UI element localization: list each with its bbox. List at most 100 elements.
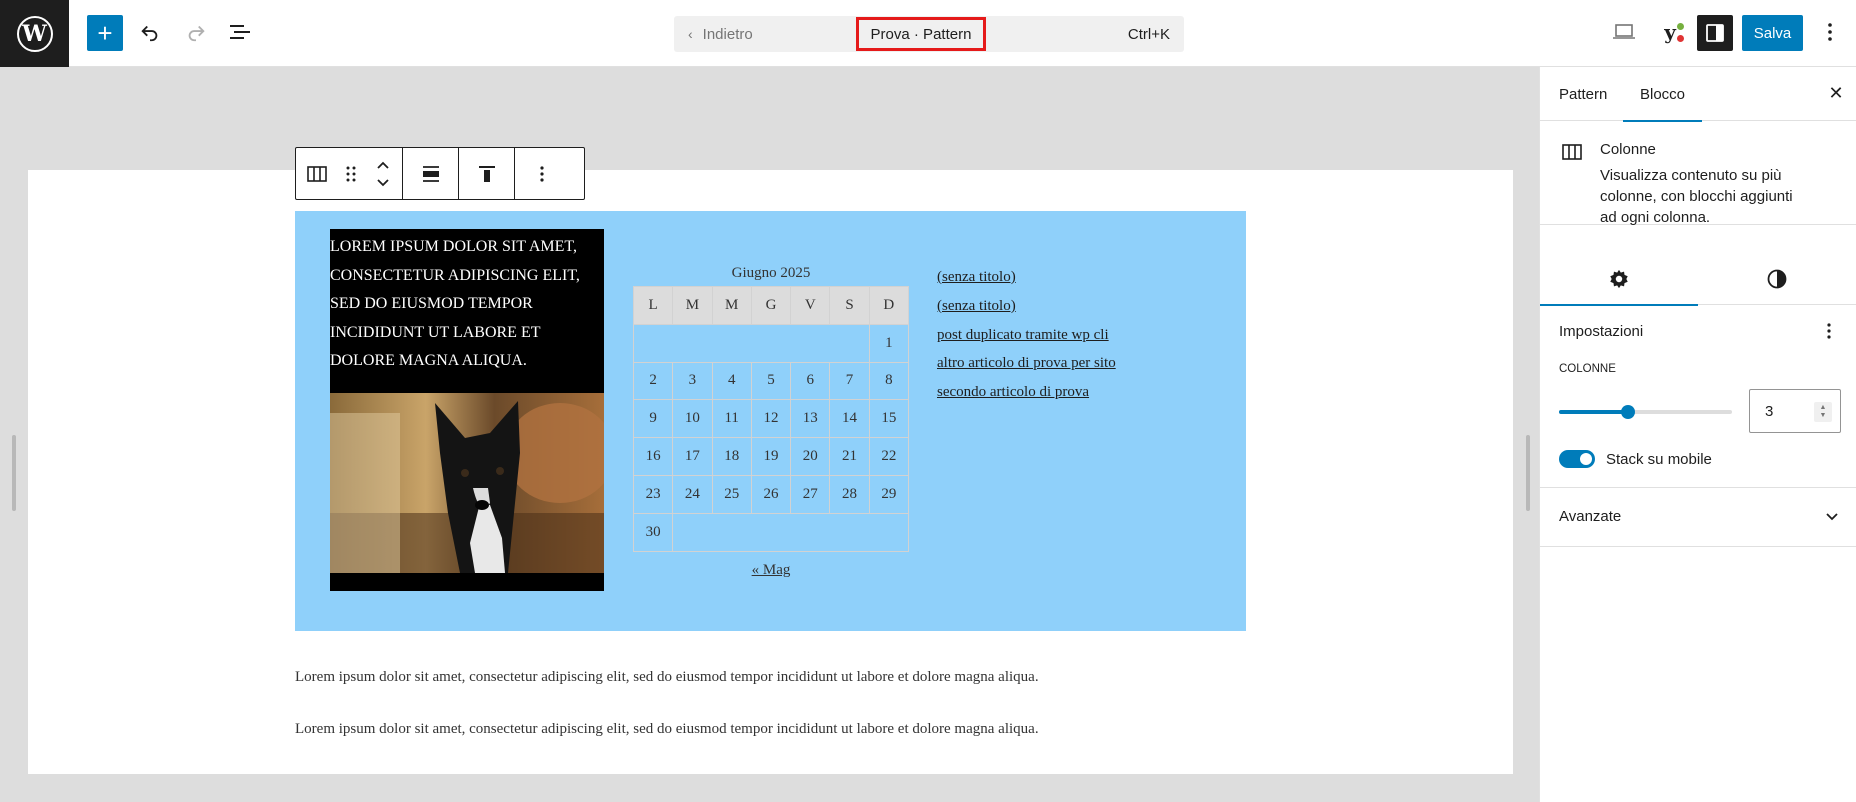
- calendar-week-row: 23 24 25 26 27 28 29: [632, 474, 910, 514]
- wordpress-logo-icon: W: [16, 15, 53, 52]
- post-link[interactable]: (senza titolo): [937, 263, 1116, 292]
- drag-handle-icon: [346, 166, 356, 181]
- weekday-header: G: [750, 286, 792, 325]
- block-toolbar-group-main: [296, 148, 403, 199]
- contrast-icon: [1767, 269, 1787, 289]
- calendar-widget: Giugno 2025 L M M G V S D 1 2 3 4 5 6 7 …: [632, 262, 910, 579]
- block-card: Colonne Visualizza contenuto su più colo…: [1540, 121, 1856, 226]
- column-cover[interactable]: LOREM IPSUM DOLOR SIT AMET, CONSECTETUR …: [330, 229, 604, 591]
- advanced-panel[interactable]: Avanzate: [1540, 487, 1856, 547]
- more-vertical-icon: [1827, 323, 1831, 339]
- calendar-day: 25: [711, 474, 752, 514]
- options-menu-button[interactable]: [1812, 14, 1848, 50]
- weekday-header: M: [711, 286, 752, 325]
- list-view-icon: [230, 25, 250, 39]
- vertical-align-button[interactable]: [459, 148, 514, 199]
- align-button[interactable]: [403, 148, 458, 199]
- save-button[interactable]: Salva: [1742, 15, 1803, 51]
- calendar-day: 26: [750, 474, 792, 514]
- weekday-header: V: [790, 286, 831, 325]
- drag-handle[interactable]: [338, 148, 364, 199]
- post-link[interactable]: post duplicato tramite wp cli: [937, 321, 1116, 350]
- redo-button[interactable]: [178, 14, 214, 50]
- calendar-day-empty: [633, 323, 870, 363]
- columns-number-input[interactable]: 3 ▲ ▼: [1749, 389, 1841, 433]
- stack-on-mobile-label: Stack su mobile: [1606, 451, 1712, 468]
- document-title[interactable]: Prova · Pattern: [856, 17, 986, 51]
- block-type-button[interactable]: [296, 148, 338, 199]
- paragraph-block[interactable]: Lorem ipsum dolor sit amet, consectetur …: [295, 721, 1039, 738]
- block-options-button[interactable]: [515, 148, 569, 199]
- calendar-day: 15: [868, 399, 910, 439]
- command-bar[interactable]: ‹ Indietro Prova · Pattern Ctrl+K: [674, 16, 1184, 52]
- block-card-description: Visualizza contenuto su più colonne, con…: [1600, 167, 1793, 226]
- latest-posts-list: (senza titolo) (senza titolo) post dupli…: [937, 263, 1116, 407]
- tab-settings[interactable]: [1540, 253, 1698, 306]
- close-sidebar-button[interactable]: ✕: [1826, 83, 1846, 103]
- inspector-tabs: [1540, 253, 1856, 306]
- settings-panel-heading: Impostazioni: [1559, 323, 1644, 340]
- calendar-week-row: 30: [632, 512, 909, 552]
- yoast-seo-button[interactable]: y: [1652, 14, 1688, 50]
- calendar-table: L M M G V S D 1 2 3 4 5 6 7 8 9 10 11 12…: [632, 286, 910, 552]
- columns-range-slider[interactable]: [1559, 405, 1732, 419]
- advanced-panel-label: Avanzate: [1559, 508, 1622, 525]
- paragraph-block[interactable]: Lorem ipsum dolor sit amet, consectetur …: [295, 669, 1039, 686]
- calendar-day: 21: [829, 437, 870, 476]
- command-shortcut: Ctrl+K: [1127, 25, 1170, 43]
- wordpress-logo-button[interactable]: W: [0, 0, 69, 67]
- chevron-down-icon[interactable]: [376, 178, 390, 188]
- post-link[interactable]: altro articolo di prova per sito: [937, 349, 1116, 378]
- calendar-day: 12: [750, 399, 792, 439]
- add-block-button[interactable]: +: [87, 15, 123, 51]
- more-vertical-icon: [1828, 23, 1832, 41]
- resize-handle-left[interactable]: [12, 435, 16, 511]
- chevron-left-icon: ‹: [688, 26, 693, 42]
- editor-top-bar: W + ‹ Indietro Prova · Pattern Ctrl+K y …: [0, 0, 1856, 67]
- settings-panel-menu-button[interactable]: [1826, 322, 1832, 345]
- gear-icon: [1610, 269, 1628, 289]
- calendar-day: 5: [750, 361, 792, 401]
- calendar-week-row: 2 3 4 5 6 7 8: [632, 361, 910, 401]
- document-overview-button[interactable]: [222, 14, 258, 50]
- device-preview-button[interactable]: [1606, 14, 1642, 50]
- tab-pattern[interactable]: Pattern: [1559, 67, 1607, 121]
- calendar-day: 10: [672, 399, 713, 439]
- chevron-down-icon[interactable]: ▼: [1820, 412, 1827, 420]
- move-up-down-buttons[interactable]: [364, 148, 402, 199]
- back-link[interactable]: ‹ Indietro: [688, 16, 753, 52]
- settings-sidebar-button[interactable]: [1697, 15, 1733, 51]
- more-vertical-icon: [540, 165, 544, 182]
- calendar-week-row: 9 10 11 12 13 14 15: [632, 399, 910, 439]
- tab-styles[interactable]: [1698, 253, 1856, 305]
- columns-range-thumb[interactable]: [1621, 405, 1636, 419]
- calendar-day: 28: [829, 474, 870, 514]
- sidebar-toggle-icon: [1706, 24, 1724, 42]
- calendar-day: 4: [711, 361, 752, 401]
- post-link[interactable]: secondo articolo di prova: [937, 378, 1116, 407]
- stack-on-mobile-toggle[interactable]: [1559, 450, 1595, 468]
- calendar-day: 9: [632, 399, 674, 439]
- calendar-day: 13: [790, 399, 831, 439]
- chevron-up-icon[interactable]: [376, 160, 390, 170]
- resize-handle-right[interactable]: [1526, 435, 1530, 511]
- calendar-day: 29: [868, 474, 910, 514]
- dog-photo: [330, 393, 604, 573]
- undo-button[interactable]: [132, 14, 168, 50]
- post-link[interactable]: (senza titolo): [937, 292, 1116, 321]
- columns-stepper[interactable]: ▲ ▼: [1814, 402, 1832, 422]
- dog-image[interactable]: [330, 393, 604, 573]
- sidebar-tabs: Pattern Blocco ✕: [1540, 67, 1856, 122]
- calendar-week-row: 16 17 18 19 20 21 22: [632, 437, 910, 476]
- cover-text[interactable]: LOREM IPSUM DOLOR SIT AMET, CONSECTETUR …: [330, 229, 604, 376]
- columns-range-fill: [1559, 410, 1629, 414]
- weekday-header: M: [672, 286, 713, 325]
- chevron-up-icon[interactable]: ▲: [1820, 404, 1827, 412]
- tab-blocco[interactable]: Blocco: [1622, 67, 1703, 122]
- columns-icon: [307, 165, 327, 182]
- yoast-icon: y: [1664, 20, 1676, 44]
- block-toolbar-group-valign: [459, 148, 515, 199]
- columns-block[interactable]: LOREM IPSUM DOLOR SIT AMET, CONSECTETUR …: [295, 211, 1246, 631]
- calendar-day: 2: [632, 361, 674, 401]
- calendar-prev-month-link[interactable]: « Mag: [633, 562, 909, 579]
